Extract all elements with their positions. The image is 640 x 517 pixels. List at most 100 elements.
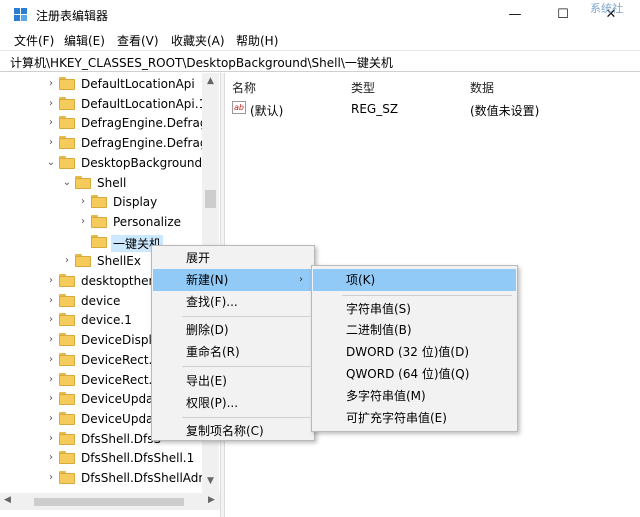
submenu-item-dword-label: DWORD (32 位)值(D) — [346, 345, 469, 359]
chevron-right-icon[interactable]: › — [46, 275, 56, 287]
submenu-item-binary[interactable]: 二进制值(B) — [313, 319, 516, 341]
column-header-type[interactable]: 类型 — [351, 79, 375, 96]
folder-icon — [59, 274, 75, 287]
window-title: 注册表编辑器 — [36, 9, 109, 23]
chevron-right-icon[interactable]: › — [46, 137, 56, 149]
tree-item-label: Display — [113, 195, 158, 210]
submenu-item-key[interactable]: 项(K) — [313, 269, 516, 291]
submenu-arrow-icon: › — [299, 274, 303, 285]
folder-icon — [59, 96, 75, 110]
maximize-button[interactable]: ☐ — [548, 4, 578, 26]
menu-item-export-label: 导出(E) — [186, 374, 227, 388]
menu-item-permissions[interactable]: 权限(P)... — [153, 392, 313, 414]
chevron-right-icon[interactable]: › — [46, 98, 56, 110]
address-bar[interactable]: 计算机\HKEY_CLASSES_ROOT\DesktopBackground\… — [0, 50, 640, 72]
tree-item[interactable]: › DefragEngine.DefragE — [46, 134, 220, 154]
submenu-item-binary-label: 二进制值(B) — [346, 323, 412, 337]
menu-separator — [182, 417, 310, 418]
chevron-right-icon[interactable]: › — [46, 314, 56, 326]
chevron-right-icon[interactable]: › — [46, 354, 56, 366]
chevron-down-icon[interactable]: ⌄ — [62, 177, 72, 189]
tree-vertical-scroll-thumb[interactable] — [205, 190, 216, 208]
tree-item[interactable]: › DfsShell.DfsShell.1 — [46, 449, 220, 469]
tree-item-label: DeviceDispla — [81, 333, 160, 348]
chevron-right-icon[interactable]: › — [46, 433, 56, 445]
chevron-right-icon[interactable]: › — [46, 413, 56, 425]
menu-item-new[interactable]: 新建(N) › — [153, 269, 313, 291]
tree-item[interactable]: › DefragEngine.DefragE — [46, 114, 220, 134]
menu-item-permissions-label: 权限(P)... — [186, 396, 239, 410]
scroll-left-icon[interactable]: ◀ — [4, 495, 11, 505]
menu-separator — [182, 316, 310, 317]
tree-item[interactable]: › DefaultLocationApi.1 — [46, 95, 220, 115]
menu-edit[interactable]: 编辑(E) — [64, 32, 105, 49]
tree-item-label: DfsShell.DfsShellAdmi — [81, 471, 214, 485]
folder-icon — [59, 411, 75, 425]
submenu-item-multi-string[interactable]: 多字符串值(M) — [313, 385, 516, 407]
menu-favorites[interactable]: 收藏夹(A) — [171, 32, 225, 49]
tree-item-label: DfsShell.DfsS — [81, 431, 162, 446]
regedit-app-icon — [14, 8, 27, 21]
tree-horizontal-scroll-thumb[interactable] — [34, 498, 184, 506]
folder-icon — [59, 116, 75, 130]
chevron-right-icon[interactable]: › — [46, 117, 56, 129]
value-data: (数值未设置) — [470, 104, 540, 118]
chevron-right-icon[interactable]: › — [46, 393, 56, 405]
menu-item-expand[interactable]: 展开 — [153, 247, 313, 269]
tree-item-label: DeviceUpdat — [81, 411, 159, 426]
menu-item-delete-label: 删除(D) — [186, 323, 229, 337]
tree-item-label: DesktopBackground — [81, 155, 203, 170]
menu-file[interactable]: 文件(F) — [14, 32, 54, 49]
chevron-right-icon[interactable]: › — [46, 374, 56, 386]
tree-item[interactable]: ⌄ Shell — [62, 174, 220, 194]
tree-item[interactable]: › Display — [78, 193, 220, 213]
folder-icon — [59, 77, 75, 90]
folder-icon — [59, 313, 75, 327]
menu-item-expand-label: 展开 — [186, 251, 211, 265]
menu-item-export[interactable]: 导出(E) — [153, 370, 313, 392]
menu-view[interactable]: 查看(V) — [117, 32, 159, 49]
folder-icon — [59, 293, 75, 307]
chevron-right-icon[interactable]: › — [78, 196, 88, 208]
folder-icon — [59, 431, 75, 445]
minimize-button[interactable]: — — [500, 4, 530, 26]
chevron-right-icon[interactable]: › — [46, 334, 56, 346]
scroll-down-icon[interactable]: ▼ — [203, 476, 218, 486]
scroll-up-icon[interactable]: ▲ — [203, 76, 218, 86]
value-name[interactable]: (默认) — [250, 102, 283, 119]
chevron-right-icon[interactable]: › — [46, 452, 56, 464]
chevron-right-icon[interactable]: › — [78, 216, 88, 228]
column-header-data[interactable]: 数据 — [470, 79, 494, 96]
menu-item-new-label: 新建(N) — [186, 273, 229, 287]
tree-item-label: DefaultLocationApi — [81, 77, 195, 91]
menu-item-rename[interactable]: 重命名(R) — [153, 341, 313, 363]
tree-item-label: ShellEx — [97, 254, 141, 269]
tree-item[interactable]: › DefaultLocationApi — [46, 75, 220, 95]
menu-item-copy-key-name[interactable]: 复制项名称(C) — [153, 420, 313, 442]
menu-help[interactable]: 帮助(H) — [236, 32, 278, 49]
value-type: REG_SZ — [351, 102, 399, 116]
menu-separator — [182, 366, 310, 367]
tree-item[interactable]: ⌄ DesktopBackground — [46, 154, 220, 174]
menu-item-delete[interactable]: 删除(D) — [153, 319, 313, 341]
tree-item[interactable]: › DfsShell.DfsShellAdmi — [46, 469, 220, 489]
menu-item-find[interactable]: 查找(F)... — [153, 291, 313, 313]
chevron-right-icon[interactable]: › — [46, 295, 56, 307]
folder-icon — [59, 352, 75, 366]
submenu-item-multi-string-label: 多字符串值(M) — [346, 389, 426, 403]
submenu-item-qword[interactable]: QWORD (64 位)值(Q) — [313, 363, 516, 385]
column-header-name[interactable]: 名称 — [232, 79, 256, 96]
context-menu: 展开 新建(N) › 查找(F)... 删除(D) 重命名(R) 导出(E) 权限… — [151, 245, 315, 441]
scroll-right-icon[interactable]: ▶ — [208, 495, 215, 505]
submenu-item-string[interactable]: 字符串值(S) — [313, 298, 516, 320]
chevron-right-icon[interactable]: › — [62, 255, 72, 267]
submenu-item-expand-string-label: 可扩充字符串值(E) — [346, 411, 447, 425]
chevron-right-icon[interactable]: › — [46, 472, 56, 484]
submenu-item-dword[interactable]: DWORD (32 位)值(D) — [313, 341, 516, 363]
tree-item-label: DfsShell.DfsShell.1 — [81, 451, 195, 466]
chevron-down-icon[interactable]: ⌄ — [46, 157, 56, 169]
tree-item-label: DeviceUpdat — [81, 392, 159, 407]
chevron-right-icon[interactable]: › — [46, 78, 56, 90]
submenu-item-expand-string[interactable]: 可扩充字符串值(E) — [313, 407, 516, 429]
tree-item[interactable]: › Personalize — [78, 213, 220, 233]
